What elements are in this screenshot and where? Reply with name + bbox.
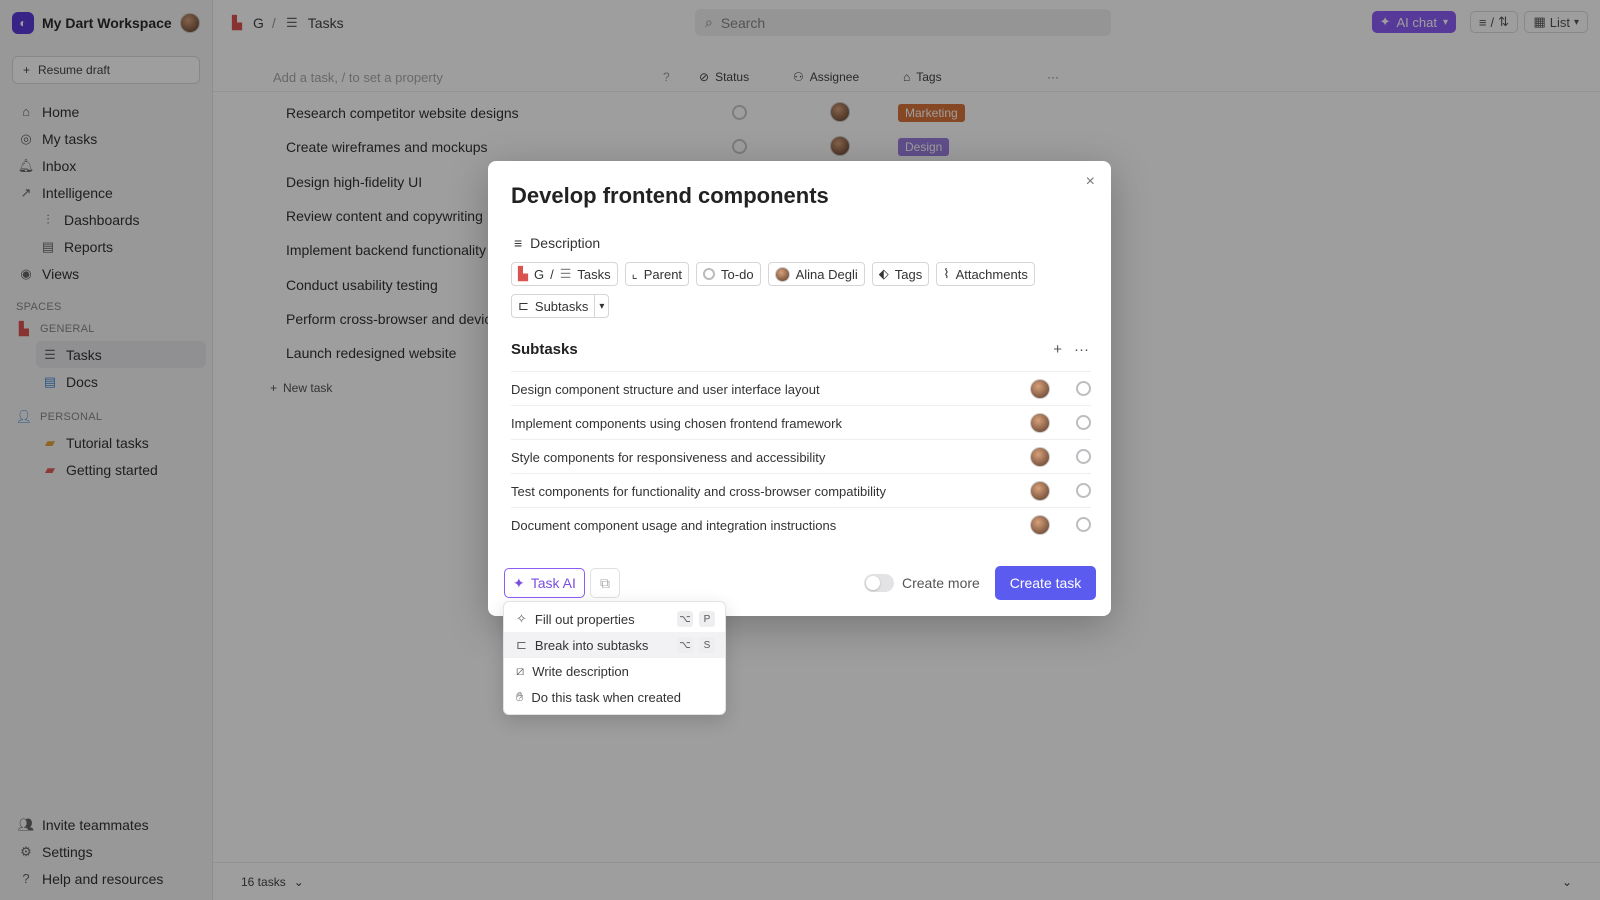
subtask-title: Test components for functionality and cr…: [511, 484, 886, 499]
subtask-row[interactable]: Document component usage and integration…: [511, 507, 1091, 541]
attachments-chip[interactable]: ⌇ Attachments: [936, 262, 1035, 286]
menu-item-write-description[interactable]: ⧄ Write description: [504, 658, 725, 684]
close-icon[interactable]: ×: [1086, 173, 1095, 191]
status-circle-icon[interactable]: [1076, 381, 1091, 396]
list-icon: ☰: [559, 266, 572, 281]
paperclip-icon: ⌇: [943, 266, 950, 281]
template-icon[interactable]: ⧉: [590, 568, 620, 598]
chip-label: Parent: [643, 266, 683, 282]
subtask-row[interactable]: Test components for functionality and cr…: [511, 473, 1091, 507]
subtask-row[interactable]: Design component structure and user inte…: [511, 371, 1091, 405]
kbd-key: ⌥: [677, 637, 693, 653]
status-circle-icon[interactable]: [1076, 517, 1091, 532]
chip-label: G: [534, 266, 545, 282]
kbd-key: ⌥: [677, 611, 693, 627]
subtask-title: Design component structure and user inte…: [511, 382, 820, 397]
menu-item-label: Write description: [532, 663, 629, 679]
branch-icon: ⌞: [631, 266, 638, 281]
task-ai-menu: ✧ Fill out properties ⌥ P ⊏ Break into su…: [503, 601, 726, 715]
task-title[interactable]: Develop frontend components: [511, 183, 829, 209]
subtask-row[interactable]: Implement components using chosen fronte…: [511, 405, 1091, 439]
dartboard-chip[interactable]: ▙ G / ☰ Tasks: [511, 262, 618, 286]
subtask-title: Document component usage and integration…: [511, 518, 837, 533]
subtask-title: Implement components using chosen fronte…: [511, 416, 842, 431]
property-chips: ▙ G / ☰ Tasks ⌞ Parent To-do Alina Degli…: [511, 262, 1091, 318]
menu-item-label: Fill out properties: [534, 611, 635, 627]
text-align-icon: ≡: [514, 235, 523, 251]
assignee-avatar[interactable]: [1030, 481, 1050, 501]
status-circle-icon: [703, 268, 716, 280]
status-circle-icon[interactable]: [1076, 449, 1091, 464]
chip-label: Subtasks: [534, 298, 589, 314]
chip-label: Tasks: [577, 266, 611, 282]
chip-separator: /: [550, 266, 554, 282]
tag-icon: ⬖: [878, 266, 889, 281]
sparkle-icon: ✦: [513, 574, 525, 591]
create-more-label: Create more: [902, 575, 980, 591]
assignee-avatar[interactable]: [1030, 379, 1050, 399]
assignee-avatar[interactable]: [1030, 447, 1050, 467]
description-field[interactable]: ≡ Description: [514, 235, 600, 251]
building-icon: ▙: [518, 266, 528, 281]
more-icon[interactable]: ···: [1074, 341, 1089, 358]
shortcut: ⌥ P: [677, 611, 715, 627]
create-task-modal: Develop frontend components × ≡ Descript…: [488, 161, 1111, 616]
subtasks-icon: ⊏: [518, 298, 529, 313]
status-circle-icon[interactable]: [1076, 483, 1091, 498]
chip-label: Attachments: [955, 266, 1028, 282]
subtasks-actions: + ···: [1053, 341, 1089, 358]
status-circle-icon[interactable]: [1076, 415, 1091, 430]
assignee-avatar: [774, 266, 790, 282]
status-chip[interactable]: To-do: [696, 262, 761, 286]
tags-chip[interactable]: ⬖ Tags: [871, 262, 930, 286]
hand-icon: ✋︎: [516, 689, 524, 704]
menu-item-do-this-task[interactable]: ✋︎ Do this task when created: [504, 684, 725, 710]
parent-chip[interactable]: ⌞ Parent: [624, 262, 690, 286]
assignee-avatar[interactable]: [1030, 515, 1050, 535]
menu-item-fill-out-properties[interactable]: ✧ Fill out properties ⌥ P: [504, 606, 725, 632]
menu-item-label: Break into subtasks: [534, 637, 649, 653]
subtasks-icon: ⊏: [516, 637, 527, 652]
chevron-down-icon[interactable]: ▾: [594, 295, 608, 317]
create-more-toggle[interactable]: [864, 574, 894, 592]
chip-label: To-do: [721, 266, 754, 282]
create-task-button[interactable]: Create task: [995, 566, 1096, 600]
assignee-chip[interactable]: Alina Degli: [767, 262, 865, 286]
menu-item-break-into-subtasks[interactable]: ⊏ Break into subtasks ⌥ S: [504, 632, 725, 658]
subtasks-title: Subtasks: [511, 341, 578, 358]
assignee-avatar[interactable]: [1030, 413, 1050, 433]
subtasks-chip[interactable]: ⊏ Subtasks ▾: [511, 294, 610, 318]
task-ai-button[interactable]: ✦ Task AI: [504, 568, 585, 598]
kbd-key: P: [699, 611, 715, 627]
sparkle-icon: ✧: [516, 611, 527, 626]
subtask-row[interactable]: Style components for responsiveness and …: [511, 439, 1091, 473]
subtask-list: Design component structure and user inte…: [511, 371, 1091, 541]
subtask-title: Style components for responsiveness and …: [511, 450, 826, 465]
menu-item-label: Do this task when created: [531, 689, 681, 705]
chip-label: Alina Degli: [795, 266, 858, 282]
plus-icon[interactable]: +: [1053, 341, 1062, 358]
shortcut: ⌥ S: [677, 637, 715, 653]
kbd-key: S: [699, 637, 715, 653]
chip-label: Tags: [894, 266, 923, 282]
description-label: Description: [530, 235, 601, 251]
pen-icon: ⧄: [516, 663, 525, 678]
subtasks-header: Subtasks + ···: [511, 341, 1091, 358]
task-ai-label: Task AI: [530, 575, 576, 591]
